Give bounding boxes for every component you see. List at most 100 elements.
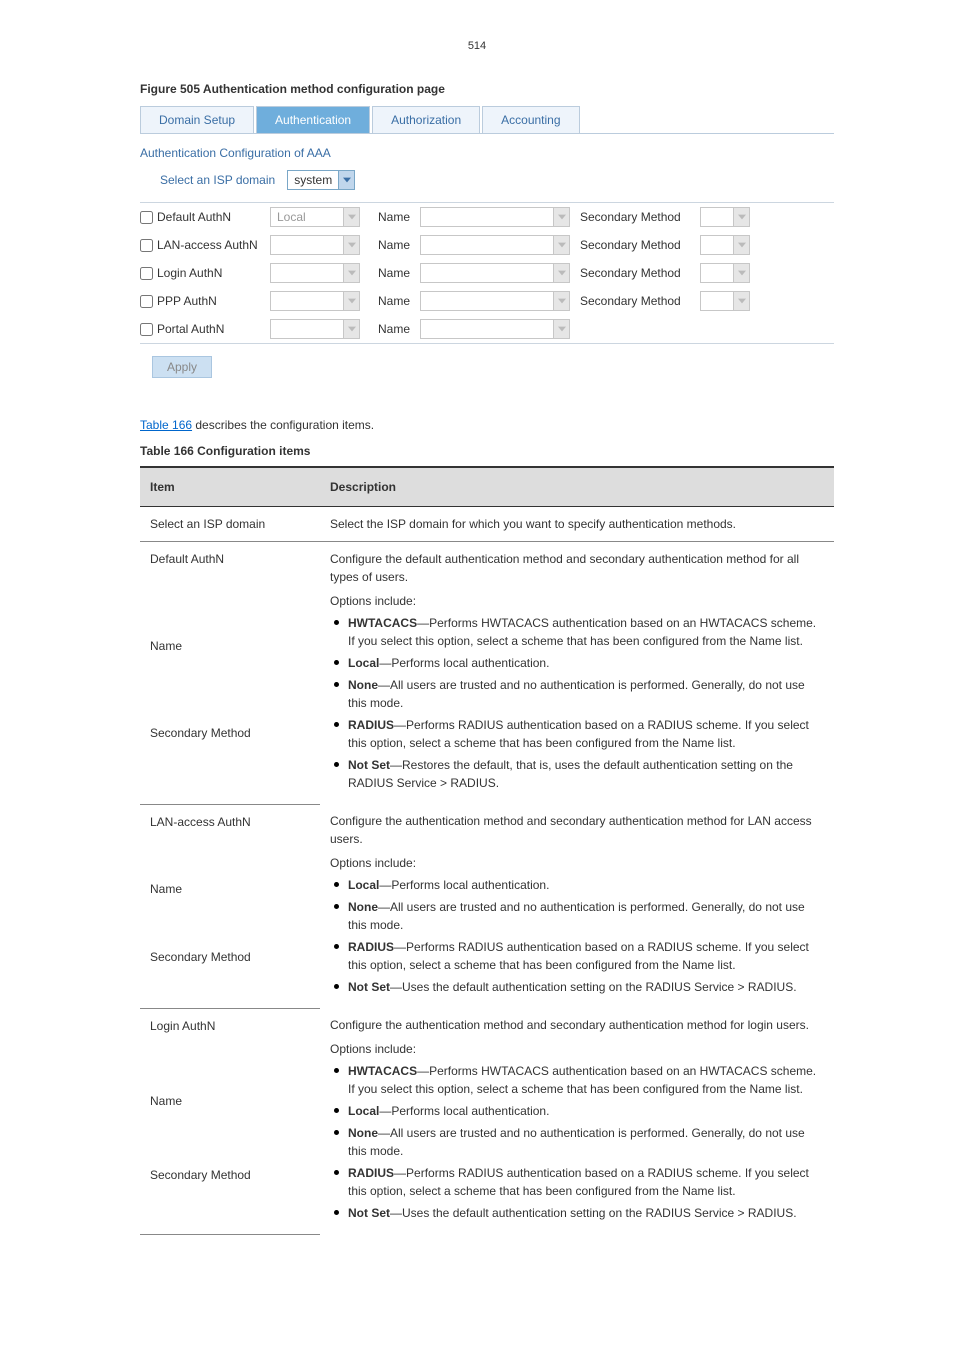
auth-row: Portal AuthN Name (140, 315, 834, 343)
auth-method-select[interactable] (270, 263, 360, 283)
tab-authorization[interactable]: Authorization (372, 106, 480, 133)
auth-name-select[interactable] (420, 235, 570, 255)
auth-name-select[interactable] (420, 291, 570, 311)
list-item: Local—Performs local authentication. (330, 1102, 824, 1120)
chevron-down-icon (343, 236, 359, 254)
desc-line-text: describes the configuration items. (192, 418, 374, 432)
list-item: RADIUS—Performs RADIUS authentication ba… (330, 938, 824, 974)
list-item: HWTACACS—Performs HWTACACS authenticatio… (330, 614, 824, 650)
list-item: None—All users are trusted and no authen… (330, 1124, 824, 1160)
auth-checkbox-label: Default AuthN (157, 210, 231, 224)
auth-name-select[interactable] (420, 207, 570, 227)
auth-method-select[interactable] (270, 319, 360, 339)
secondary-method-label: Secondary Method (580, 266, 700, 280)
chevron-down-icon (343, 264, 359, 282)
table-item-cell: Name (140, 872, 320, 939)
secondary-method-label: Secondary Method (580, 238, 700, 252)
auth-checkbox-label: LAN-access AuthN (157, 238, 258, 252)
table-desc-cell: Configure the authentication method and … (320, 804, 834, 1008)
tab-accounting[interactable]: Accounting (482, 106, 579, 133)
tabs-bar: Domain Setup Authentication Authorizatio… (140, 106, 834, 134)
list-item: Not Set—Uses the default authentication … (330, 1204, 824, 1222)
table-desc-cell: Select the ISP domain for which you want… (320, 507, 834, 542)
auth-name-select[interactable] (420, 263, 570, 283)
auth-checkbox[interactable] (140, 267, 153, 280)
chevron-down-icon (553, 264, 569, 282)
page-number: 514 (0, 0, 954, 72)
chevron-down-icon (733, 264, 749, 282)
auth-row: LAN-access AuthN Name Secondary Method (140, 231, 834, 259)
auth-checkbox-label: PPP AuthN (157, 294, 217, 308)
auth-row: Default AuthN Local Name Secondary Method (140, 203, 834, 231)
chevron-down-icon (343, 292, 359, 310)
name-label: Name (370, 238, 420, 252)
isp-domain-label: Select an ISP domain (160, 173, 275, 187)
list-item: None—All users are trusted and no authen… (330, 676, 824, 712)
table-desc-cell: Configure the default authentication met… (320, 542, 834, 805)
auth-checkbox[interactable] (140, 239, 153, 252)
chevron-down-icon (343, 208, 359, 226)
list-item: HWTACACS—Performs HWTACACS authenticatio… (330, 1062, 824, 1098)
section-title: Authentication Configuration of AAA (140, 146, 834, 160)
table-item-cell: Secondary Method (140, 1158, 320, 1234)
name-label: Name (370, 266, 420, 280)
table-item-cell: Select an ISP domain (140, 507, 320, 542)
auth-method-select[interactable]: Local (270, 207, 360, 227)
auth-checkbox-label: Login AuthN (157, 266, 222, 280)
auth-method-select[interactable] (270, 235, 360, 255)
secondary-method-label: Secondary Method (580, 210, 700, 224)
chevron-down-icon (553, 320, 569, 338)
table-item-cell: Name (140, 629, 320, 716)
table-caption: Table 166 Configuration items (140, 444, 814, 458)
name-label: Name (370, 322, 420, 336)
apply-button[interactable]: Apply (152, 356, 212, 378)
chevron-down-icon (733, 292, 749, 310)
table-item-cell: Name (140, 1084, 320, 1159)
chevron-down-icon (553, 208, 569, 226)
auth-method-select[interactable] (270, 291, 360, 311)
auth-secondary-select[interactable] (700, 263, 750, 283)
secondary-method-label: Secondary Method (580, 294, 700, 308)
chevron-down-icon (338, 171, 354, 189)
table-header-description: Description (320, 467, 834, 507)
figure-caption: Figure 505 Authentication method configu… (140, 82, 834, 96)
auth-method-value: Local (271, 210, 312, 224)
auth-secondary-select[interactable] (700, 235, 750, 255)
isp-domain-select[interactable]: system (287, 170, 355, 190)
auth-config-table: Default AuthNLocalNameSecondary MethodLA… (140, 202, 834, 344)
list-item: Not Set—Uses the default authentication … (330, 978, 824, 996)
list-item: Not Set—Restores the default, that is, u… (330, 756, 824, 792)
table-item-cell: Secondary Method (140, 940, 320, 1008)
auth-checkbox[interactable] (140, 295, 153, 308)
tab-domain-setup[interactable]: Domain Setup (140, 106, 254, 133)
list-item: RADIUS—Performs RADIUS authentication ba… (330, 1164, 824, 1200)
list-item: Local—Performs local authentication. (330, 876, 824, 894)
auth-secondary-select[interactable] (700, 291, 750, 311)
chevron-down-icon (343, 320, 359, 338)
list-item: Local—Performs local authentication. (330, 654, 824, 672)
table-item-cell: Secondary Method (140, 716, 320, 804)
auth-name-select[interactable] (420, 319, 570, 339)
list-item: RADIUS—Performs RADIUS authentication ba… (330, 716, 824, 752)
table-item-cell: Default AuthN (140, 542, 320, 630)
table-header-item: Item (140, 467, 320, 507)
name-label: Name (370, 294, 420, 308)
auth-checkbox[interactable] (140, 323, 153, 336)
auth-row: Login AuthN Name Secondary Method (140, 259, 834, 287)
chevron-down-icon (553, 236, 569, 254)
auth-checkbox-label: Portal AuthN (157, 322, 224, 336)
list-item: None—All users are trusted and no authen… (330, 898, 824, 934)
table-item-cell: Login AuthN (140, 1008, 320, 1084)
config-items-table: Item Description Select an ISP domainSel… (140, 466, 834, 1235)
table-desc-cell: Configure the authentication method and … (320, 1008, 834, 1234)
chevron-down-icon (733, 236, 749, 254)
isp-domain-value: system (288, 173, 338, 187)
table-item-cell: LAN-access AuthN (140, 804, 320, 872)
chevron-down-icon (553, 292, 569, 310)
chevron-down-icon (733, 208, 749, 226)
auth-secondary-select[interactable] (700, 207, 750, 227)
auth-checkbox[interactable] (140, 211, 153, 224)
table-reference-link[interactable]: Table 166 (140, 418, 192, 432)
tab-authentication[interactable]: Authentication (256, 106, 370, 133)
name-label: Name (370, 210, 420, 224)
